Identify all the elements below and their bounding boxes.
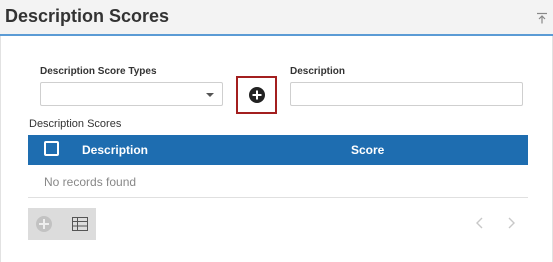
collapse-up-icon[interactable] xyxy=(536,12,548,24)
description-label: Description xyxy=(290,66,346,77)
description-score-types-label: Description Score Types xyxy=(40,66,157,77)
section-label: Description Scores xyxy=(29,118,122,130)
plus-circle-icon xyxy=(248,87,265,103)
add-score-type-button[interactable] xyxy=(236,76,277,114)
add-row-icon[interactable] xyxy=(36,216,52,232)
chevron-down-icon xyxy=(206,93,214,97)
column-header-description[interactable]: Description xyxy=(82,143,148,157)
previous-page-icon[interactable] xyxy=(474,216,486,230)
grid-toolbar xyxy=(28,208,96,240)
select-all-checkbox[interactable] xyxy=(44,141,59,156)
description-score-types-select[interactable] xyxy=(40,82,223,106)
empty-message: No records found xyxy=(44,175,137,189)
empty-row: No records found xyxy=(28,165,528,198)
description-input[interactable] xyxy=(290,82,523,106)
grid-columns-icon[interactable] xyxy=(72,217,88,231)
panel-header: Description Scores xyxy=(0,0,553,36)
page-title: Description Scores xyxy=(5,6,170,26)
next-page-icon[interactable] xyxy=(505,216,517,230)
table-header: Description Score xyxy=(28,135,528,165)
column-header-score[interactable]: Score xyxy=(351,143,384,157)
